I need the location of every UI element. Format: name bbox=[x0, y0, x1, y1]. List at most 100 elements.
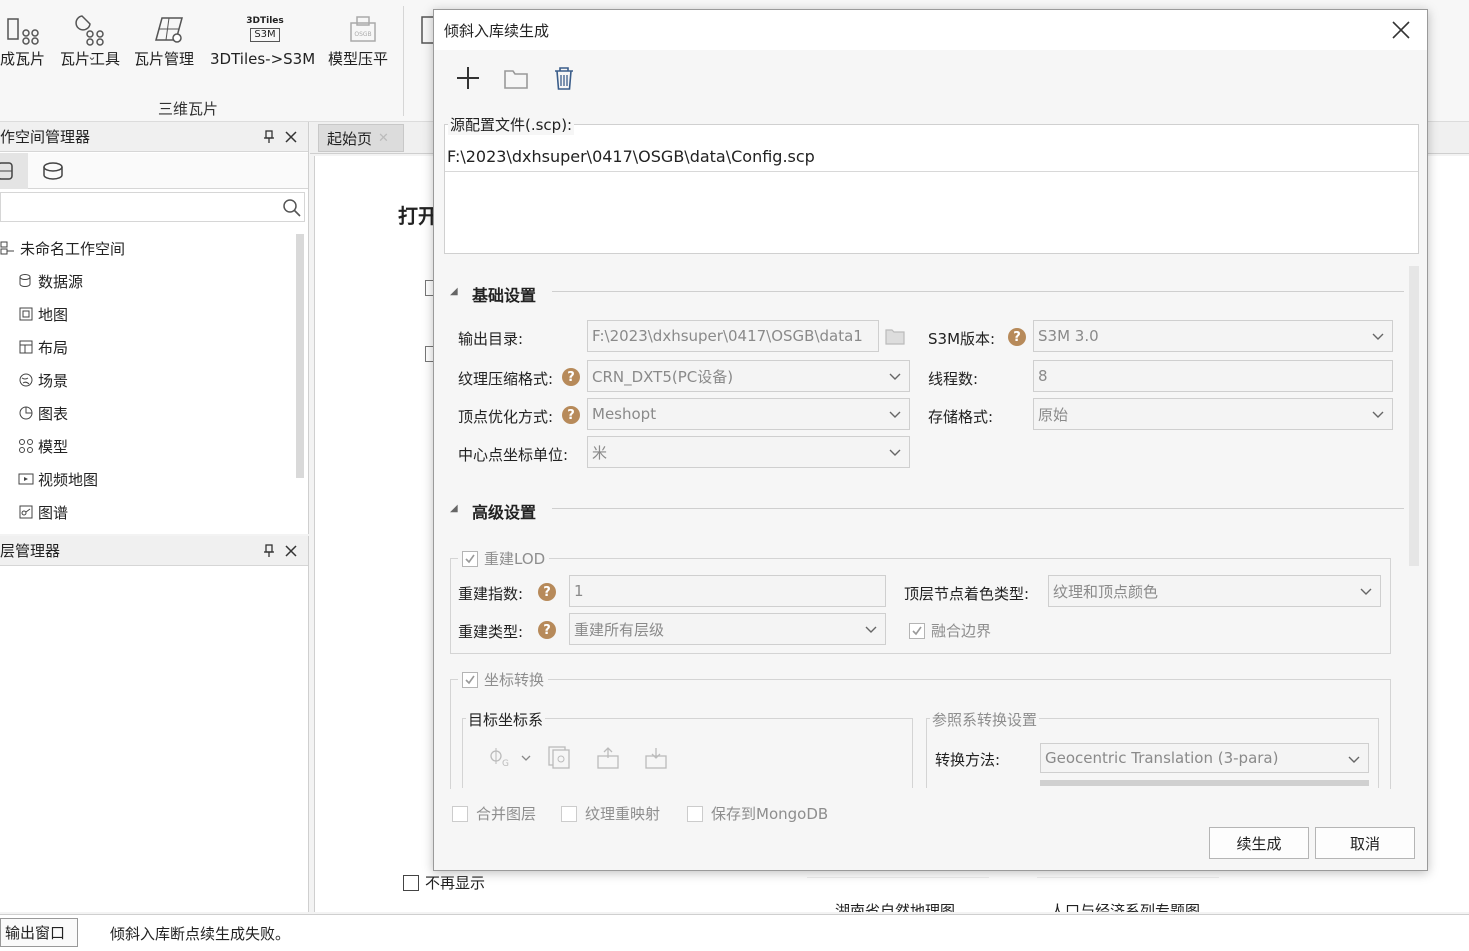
vertex-optimize-select[interactable]: Meshopt bbox=[587, 398, 910, 430]
grid-manage-icon bbox=[134, 8, 202, 50]
tree-root-workspace[interactable]: 未命名工作空间 bbox=[0, 237, 125, 259]
pin-icon[interactable] bbox=[258, 126, 280, 148]
close-icon[interactable] bbox=[1389, 18, 1413, 42]
panel-title: 层管理器 bbox=[0, 542, 61, 560]
bim-button[interactable]: Bl bbox=[416, 8, 434, 50]
crs-info-icon[interactable] bbox=[546, 744, 572, 770]
section-divider bbox=[552, 508, 1404, 509]
storage-format-select[interactable]: 原始 bbox=[1033, 398, 1393, 430]
tree-scrollbar[interactable] bbox=[296, 234, 304, 478]
tile-manage-button[interactable]: 瓦片管理 bbox=[134, 8, 202, 68]
top-node-color-select[interactable]: 纹理和顶点颜色 bbox=[1048, 575, 1381, 607]
svg-text:G: G bbox=[502, 759, 509, 769]
help-icon[interactable]: ? bbox=[1008, 328, 1026, 346]
tree-item-chart[interactable]: 图表 bbox=[18, 402, 68, 424]
globe-icon bbox=[19, 373, 33, 387]
workspace-tab[interactable] bbox=[0, 153, 28, 189]
tab-start-page[interactable]: 起始页 ✕ bbox=[318, 124, 404, 152]
tree-item-model[interactable]: 模型 bbox=[18, 435, 68, 457]
output-dir-input[interactable]: F:\2023\dxhsuper\0417\OSGB\data1 bbox=[587, 320, 879, 352]
generate-tiles-button[interactable]: 成瓦片 ⌄ bbox=[0, 8, 48, 68]
output-window-tab[interactable]: 输出窗口 bbox=[0, 918, 78, 947]
collapse-triangle-icon[interactable]: ◢ bbox=[450, 503, 458, 514]
map-icon bbox=[19, 307, 33, 321]
close-icon[interactable] bbox=[280, 126, 302, 148]
threads-input[interactable]: 8 bbox=[1033, 360, 1393, 392]
tree-item-datasource[interactable]: 数据源 bbox=[18, 270, 83, 292]
workspace-panel-header: 作空间管理器 bbox=[0, 122, 308, 152]
cancel-button[interactable]: 取消 bbox=[1315, 827, 1415, 859]
source-config-list[interactable]: F:\2023\dxhsuper\0417\OSGB\data\Config.s… bbox=[444, 124, 1419, 254]
dialog-scrollbar[interactable] bbox=[1409, 266, 1419, 566]
dont-show-option[interactable]: 不再显示 bbox=[403, 872, 485, 893]
datasource-icon bbox=[19, 274, 31, 287]
crs-selector-icon[interactable]: G bbox=[488, 746, 534, 770]
rebuild-lod-checkbox[interactable] bbox=[462, 550, 478, 567]
ribbon-group-label: 三维瓦片 bbox=[157, 100, 218, 118]
tile-tools-button[interactable]: 瓦片工具 ⌄ bbox=[60, 8, 124, 68]
advanced-settings-title: 高级设置 bbox=[472, 503, 537, 522]
model-flatten-button[interactable]: OSGB 模型压平 bbox=[328, 8, 398, 68]
close-icon[interactable] bbox=[280, 540, 302, 562]
help-icon[interactable]: ? bbox=[562, 406, 580, 424]
3dtiles-to-s3m-button[interactable]: 3DTiles S3M 3DTiles->S3M bbox=[210, 8, 320, 68]
tab-close-icon[interactable]: ✕ bbox=[378, 131, 389, 146]
coord-transform-checkbox[interactable] bbox=[462, 671, 478, 688]
import-icon[interactable] bbox=[596, 746, 620, 770]
tree-item-map[interactable]: 地图 bbox=[18, 303, 68, 325]
chevron-down-icon bbox=[1360, 588, 1372, 595]
model-icon bbox=[19, 439, 33, 453]
dialog-titlebar: 倾斜入库续生成 bbox=[434, 10, 1427, 50]
save-mongodb-option[interactable]: 保存到MongoDB bbox=[687, 803, 828, 824]
save-mongodb-checkbox[interactable] bbox=[687, 805, 703, 822]
section-divider bbox=[552, 291, 1404, 292]
layer-panel-header: 层管理器 bbox=[0, 536, 308, 566]
merge-border-checkbox[interactable] bbox=[909, 622, 925, 639]
pin-icon[interactable] bbox=[258, 540, 280, 562]
rebuild-type-select[interactable]: 重建所有层级 bbox=[569, 613, 886, 645]
rebuild-lod-option[interactable]: 重建LOD bbox=[458, 548, 550, 569]
texture-format-select[interactable]: CRN_DXT5(PC设备) bbox=[587, 360, 910, 392]
scene-tab[interactable] bbox=[38, 159, 68, 183]
merge-layers-option[interactable]: 合并图层 bbox=[452, 803, 536, 824]
transform-method-select[interactable]: Geocentric Translation (3-para) bbox=[1040, 743, 1369, 773]
s3m-version-label: S3M版本: bbox=[928, 330, 996, 348]
dont-show-checkbox[interactable] bbox=[403, 874, 419, 891]
merge-layers-checkbox[interactable] bbox=[452, 805, 468, 822]
delete-icon[interactable] bbox=[550, 64, 578, 92]
coord-transform-option[interactable]: 坐标转换 bbox=[458, 669, 549, 690]
texture-remap-checkbox[interactable] bbox=[561, 805, 577, 822]
folder-icon[interactable] bbox=[502, 64, 530, 92]
tiles-icon bbox=[0, 8, 48, 50]
texture-remap-option[interactable]: 纹理重映射 bbox=[561, 803, 660, 824]
help-icon[interactable]: ? bbox=[562, 368, 580, 386]
search-icon[interactable] bbox=[282, 198, 302, 218]
add-icon[interactable] bbox=[454, 64, 482, 92]
tools-icon bbox=[60, 8, 124, 50]
thumbnail-title: 湖南省自然地理图 bbox=[835, 902, 956, 912]
collapse-triangle-icon[interactable]: ◢ bbox=[450, 286, 458, 297]
threads-label: 线程数: bbox=[928, 370, 979, 388]
layer-manager-panel: 层管理器 bbox=[0, 536, 309, 912]
help-icon[interactable]: ? bbox=[538, 621, 556, 639]
tree-item-video-map[interactable]: 视频地图 bbox=[18, 468, 98, 490]
merge-border-option[interactable]: 融合边界 bbox=[909, 620, 991, 641]
rebuild-index-input[interactable]: 1 bbox=[569, 575, 886, 607]
s3m-version-select[interactable]: S3M 3.0 bbox=[1033, 320, 1393, 352]
ribbon-separator bbox=[403, 6, 404, 116]
chevron-down-icon bbox=[1372, 411, 1384, 418]
source-config-path[interactable]: F:\2023\dxhsuper\0417\OSGB\data\Config.s… bbox=[447, 147, 815, 166]
export-icon[interactable] bbox=[644, 746, 668, 770]
workspace-search-input[interactable] bbox=[0, 192, 305, 222]
workspace-manager-panel: 作空间管理器 未命名工作空间 数据源 地图 布局 场景 图表 模型 视频地图 图… bbox=[0, 122, 309, 534]
folder-browse-icon[interactable] bbox=[884, 326, 906, 346]
tree-item-layout[interactable]: 布局 bbox=[18, 336, 68, 358]
center-unit-label: 中心点坐标单位: bbox=[458, 446, 569, 464]
continue-generate-button[interactable]: 续生成 bbox=[1209, 827, 1309, 859]
center-unit-select[interactable]: 米 bbox=[587, 436, 910, 468]
tree-item-graph[interactable]: 图谱 bbox=[18, 501, 68, 523]
tree-item-scene[interactable]: 场景 bbox=[18, 369, 68, 391]
list-divider bbox=[445, 171, 1418, 172]
help-icon[interactable]: ? bbox=[538, 583, 556, 601]
ref-transform-label: 参照系转换设置 bbox=[930, 709, 1040, 730]
